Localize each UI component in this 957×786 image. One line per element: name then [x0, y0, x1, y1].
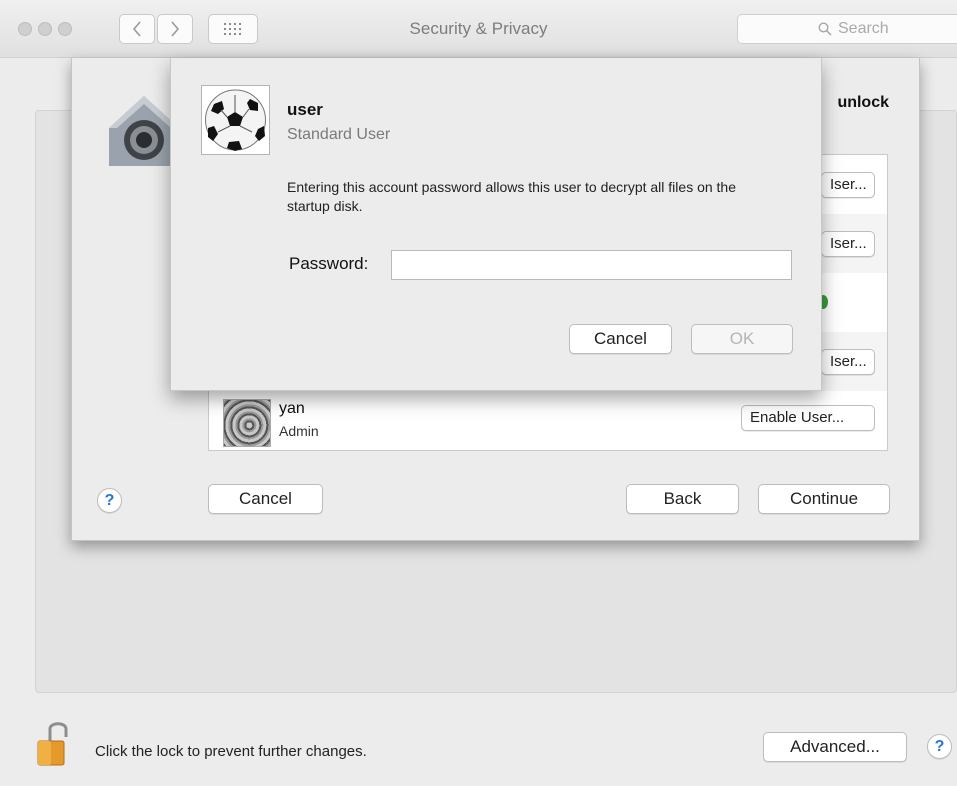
dialog-ok-button[interactable]: OK	[691, 324, 793, 354]
dialog-message: Entering this account password allows th…	[287, 179, 737, 214]
enable-user-button[interactable]: Enable User...	[741, 405, 875, 431]
search-input[interactable]	[836, 19, 956, 39]
titlebar: Security & Privacy	[0, 0, 957, 58]
footer-help-button[interactable]: ?	[927, 734, 952, 759]
password-label: Password:	[289, 254, 369, 273]
enable-user-button[interactable]: Iser...	[821, 172, 875, 198]
sheet-header-text: unlock	[837, 94, 889, 111]
lock-status-text: Click the lock to prevent further change…	[95, 743, 367, 760]
back-button[interactable]: Back	[626, 484, 739, 514]
password-dialog: user Standard User Entering this account…	[170, 58, 822, 391]
advanced-button[interactable]: Advanced...	[763, 732, 907, 762]
help-button[interactable]: ?	[97, 488, 122, 513]
soccer-ball-icon	[205, 89, 266, 151]
cancel-button[interactable]: Cancel	[208, 484, 323, 514]
user-name: yan	[279, 400, 305, 417]
dialog-cancel-button[interactable]: Cancel	[569, 324, 672, 354]
avatar	[223, 399, 271, 447]
dialog-user-role: Standard User	[287, 126, 391, 143]
dialog-user-name: user	[287, 100, 323, 119]
search-field[interactable]	[737, 14, 957, 44]
password-field[interactable]	[391, 250, 792, 280]
security-privacy-window: Security & Privacy unlock Iser... Iser..…	[0, 0, 957, 786]
enable-user-button[interactable]: Iser...	[821, 231, 875, 257]
list-item[interactable]: yan Admin Enable User...	[209, 391, 887, 450]
enable-user-button[interactable]: Iser...	[821, 349, 875, 375]
avatar	[201, 85, 270, 155]
search-icon	[818, 22, 832, 36]
user-role: Admin	[279, 423, 319, 439]
continue-button[interactable]: Continue	[758, 484, 890, 514]
unlocked-padlock-icon[interactable]	[36, 719, 70, 767]
